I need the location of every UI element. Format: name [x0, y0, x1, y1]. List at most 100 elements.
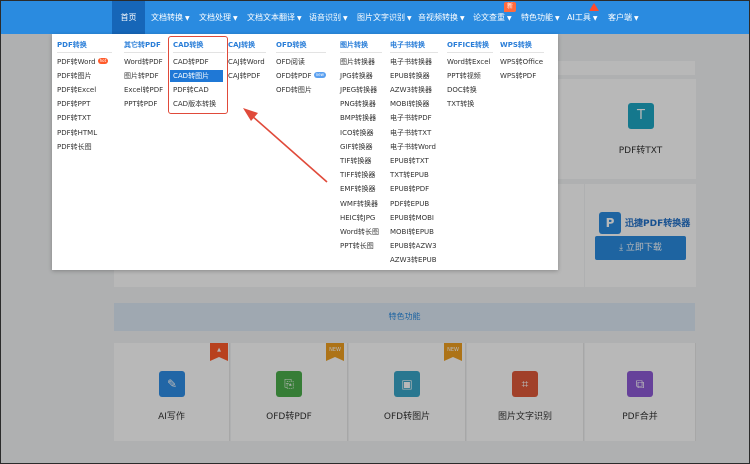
- dropdown-menu-item[interactable]: TIF转换器: [340, 155, 371, 167]
- nav-features[interactable]: 特色功能 ▼: [521, 1, 560, 34]
- dropdown-menu-item[interactable]: CAJ转Word: [228, 56, 265, 68]
- dropdown-menu-item[interactable]: EMF转换器: [340, 183, 376, 195]
- dropdown-menu-item[interactable]: TXT转换: [447, 98, 474, 110]
- nav-doc-convert[interactable]: 文档转换 ▼: [151, 1, 190, 34]
- dropdown-menu-item[interactable]: 电子书转PDF: [390, 112, 432, 124]
- dropdown-menu-item-label: Word转长图: [340, 227, 379, 236]
- nav-label: 文档文本翻译: [247, 13, 295, 22]
- dropdown-menu-item[interactable]: Word转PDF: [124, 56, 163, 68]
- nav-client[interactable]: 客户端 ▼: [608, 1, 639, 34]
- dropdown-menu-item[interactable]: 图片转换器: [340, 56, 375, 68]
- dropdown-menu-item[interactable]: 电子书转TXT: [390, 127, 431, 139]
- dropdown-menu-item[interactable]: PDF转长图: [57, 141, 92, 153]
- dropdown-menu-item[interactable]: PPT转PDF: [124, 98, 157, 110]
- dropdown-menu-item-label: OFD转图片: [276, 85, 312, 94]
- dropdown-column-title: 图片转换: [340, 41, 368, 49]
- dropdown-menu-item-label: BMP转换器: [340, 114, 377, 123]
- dropdown-menu-item[interactable]: WPS转PDF: [500, 70, 536, 82]
- dropdown-menu-item[interactable]: MOBI转换器: [390, 98, 429, 110]
- dropdown-menu-item[interactable]: PNG转换器: [340, 98, 376, 110]
- dropdown-menu-item[interactable]: TXT转EPUB: [390, 169, 429, 181]
- dropdown-menu-item[interactable]: EPUB转PDF: [390, 183, 429, 195]
- dropdown-menu-item[interactable]: PPT转长图: [340, 240, 374, 252]
- dropdown-menu-item-label: DOC转换: [447, 85, 477, 94]
- dropdown-menu-item-label: TIF转换器: [340, 156, 372, 165]
- dropdown-menu-item[interactable]: EPUB转TXT: [390, 155, 429, 167]
- dropdown-menu-item-label: 电子书转PDF: [390, 114, 432, 123]
- dropdown-menu-item[interactable]: WMF转换器: [340, 198, 378, 210]
- caret-down-icon: ▼: [555, 15, 560, 22]
- dropdown-menu-item[interactable]: OFD转PDF new: [276, 70, 326, 82]
- dropdown-menu-item[interactable]: JPG转换器: [340, 70, 373, 82]
- dropdown-menu-item[interactable]: PDF转Word hot: [57, 56, 109, 68]
- nav-label: 论文查重: [473, 13, 505, 22]
- dropdown-menu-item[interactable]: GIF转换器: [340, 141, 373, 153]
- dropdown-menu-item[interactable]: PDF转TXT: [57, 112, 91, 124]
- dropdown-menu-item-label: MOBI转EPUB: [390, 227, 434, 236]
- dropdown-menu-item[interactable]: AZW3转EPUB: [390, 254, 437, 266]
- dropdown-menu-item[interactable]: AZW3转换器: [390, 84, 432, 96]
- dropdown-menu-item[interactable]: DOC转换: [447, 84, 477, 96]
- dropdown-menu-item[interactable]: PDF转EPUB: [390, 198, 429, 210]
- dropdown-menu-item-label: 电子书转TXT: [390, 128, 432, 137]
- dropdown-menu-item[interactable]: PPT转视频: [447, 70, 481, 82]
- nav-label: 音视频转换: [418, 13, 458, 22]
- page: T PDF转TXT P 迅捷PDF转换器 ⤓ 立即下载 特色功能 ▲ ✎ AI写…: [0, 0, 750, 464]
- dropdown-menu-item[interactable]: PDF转PPT: [57, 98, 90, 110]
- dropdown-menu-item-label: PNG转换器: [340, 100, 376, 109]
- nav-ocr[interactable]: 图片文字识别 ▼: [357, 1, 412, 34]
- nav-label: 客户端: [608, 13, 632, 22]
- dropdown-menu-item[interactable]: MOBI转EPUB: [390, 226, 434, 238]
- dropdown-menu-item[interactable]: PDF转Excel: [57, 84, 96, 96]
- dropdown-menu-item[interactable]: WPS转Office: [500, 56, 543, 68]
- dropdown-menu-item[interactable]: 图片转PDF: [124, 70, 159, 82]
- dropdown-menu-item-label: 电子书转Word: [390, 142, 436, 151]
- cad-highlight-box: [168, 36, 228, 114]
- nav-translate[interactable]: 文档文本翻译 ▼: [247, 1, 302, 34]
- dropdown-menu-item-label: PDF转EPUB: [390, 199, 430, 208]
- dropdown-menu-item[interactable]: EPUB转换器: [390, 70, 430, 82]
- nav-home[interactable]: 首页: [112, 1, 145, 34]
- dropdown-menu-item-label: WPS转Office: [500, 57, 544, 66]
- dropdown-menu-item[interactable]: OFD阅读: [276, 56, 305, 68]
- dropdown-menu-item[interactable]: Excel转PDF: [124, 84, 163, 96]
- dropdown-menu-item[interactable]: BMP转换器: [340, 112, 376, 124]
- dropdown-menu-item-label: AZW3转换器: [390, 85, 432, 94]
- dropdown-menu-item-label: EPUB转AZW3: [390, 242, 437, 251]
- dropdown-menu-item-label: TXT转换: [447, 100, 475, 109]
- dropdown-menu-item[interactable]: EPUB转MOBI: [390, 212, 434, 224]
- dropdown-menu-item-label: PDF转Word: [57, 57, 96, 66]
- dropdown-menu-item[interactable]: PDF转图片: [57, 70, 92, 82]
- dropdown-menu-item[interactable]: 电子书转Word: [390, 141, 436, 153]
- dropdown-menu-item-label: WMF转换器: [340, 199, 378, 208]
- caret-down-icon: ▼: [297, 15, 302, 22]
- dropdown-menu-item[interactable]: TIFF转换器: [340, 169, 375, 181]
- dropdown-menu-item[interactable]: CAJ转PDF: [228, 70, 260, 82]
- dropdown-column-rule: [228, 52, 266, 53]
- new-badge: 新: [504, 2, 516, 12]
- dropdown-menu-item[interactable]: JPEG转换器: [340, 84, 377, 96]
- caret-down-icon: ▼: [343, 15, 348, 22]
- dropdown-menu-item[interactable]: Word转长图: [340, 226, 379, 238]
- dropdown-menu-item[interactable]: ICO转换器: [340, 127, 373, 139]
- dropdown-menu-item-label: ICO转换器: [340, 128, 374, 137]
- nav-speech[interactable]: 语音识别 ▼: [309, 1, 348, 34]
- dropdown-menu-item[interactable]: HEIC转JPG: [340, 212, 375, 224]
- dropdown-menu-item-label: OFD转PDF: [276, 71, 312, 80]
- new-tag: new: [313, 71, 326, 78]
- caret-down-icon: ▼: [185, 15, 190, 22]
- nav-label: 文档转换: [151, 13, 183, 22]
- nav-av-convert[interactable]: 音视频转换 ▼: [418, 1, 465, 34]
- dropdown-menu-item-label: TIFF转换器: [340, 171, 376, 180]
- dropdown-menu-item[interactable]: 电子书转换器: [390, 56, 432, 68]
- dropdown-menu-item-label: Word转Excel: [447, 57, 491, 66]
- dropdown-menu-item-label: OFD阅读: [276, 57, 305, 66]
- dropdown-menu-item[interactable]: PDF转HTML: [57, 127, 97, 139]
- nav-doc-process[interactable]: 文档处理 ▼: [199, 1, 238, 34]
- dropdown-menu-item-label: PDF转PPT: [57, 100, 91, 109]
- dropdown-menu-item[interactable]: EPUB转AZW3: [390, 240, 437, 252]
- dropdown-menu-item[interactable]: OFD转图片: [276, 84, 312, 96]
- caret-down-icon: ▼: [407, 15, 412, 22]
- dropdown-column-title: OFFICE转换: [447, 41, 490, 49]
- dropdown-menu-item[interactable]: Word转Excel: [447, 56, 491, 68]
